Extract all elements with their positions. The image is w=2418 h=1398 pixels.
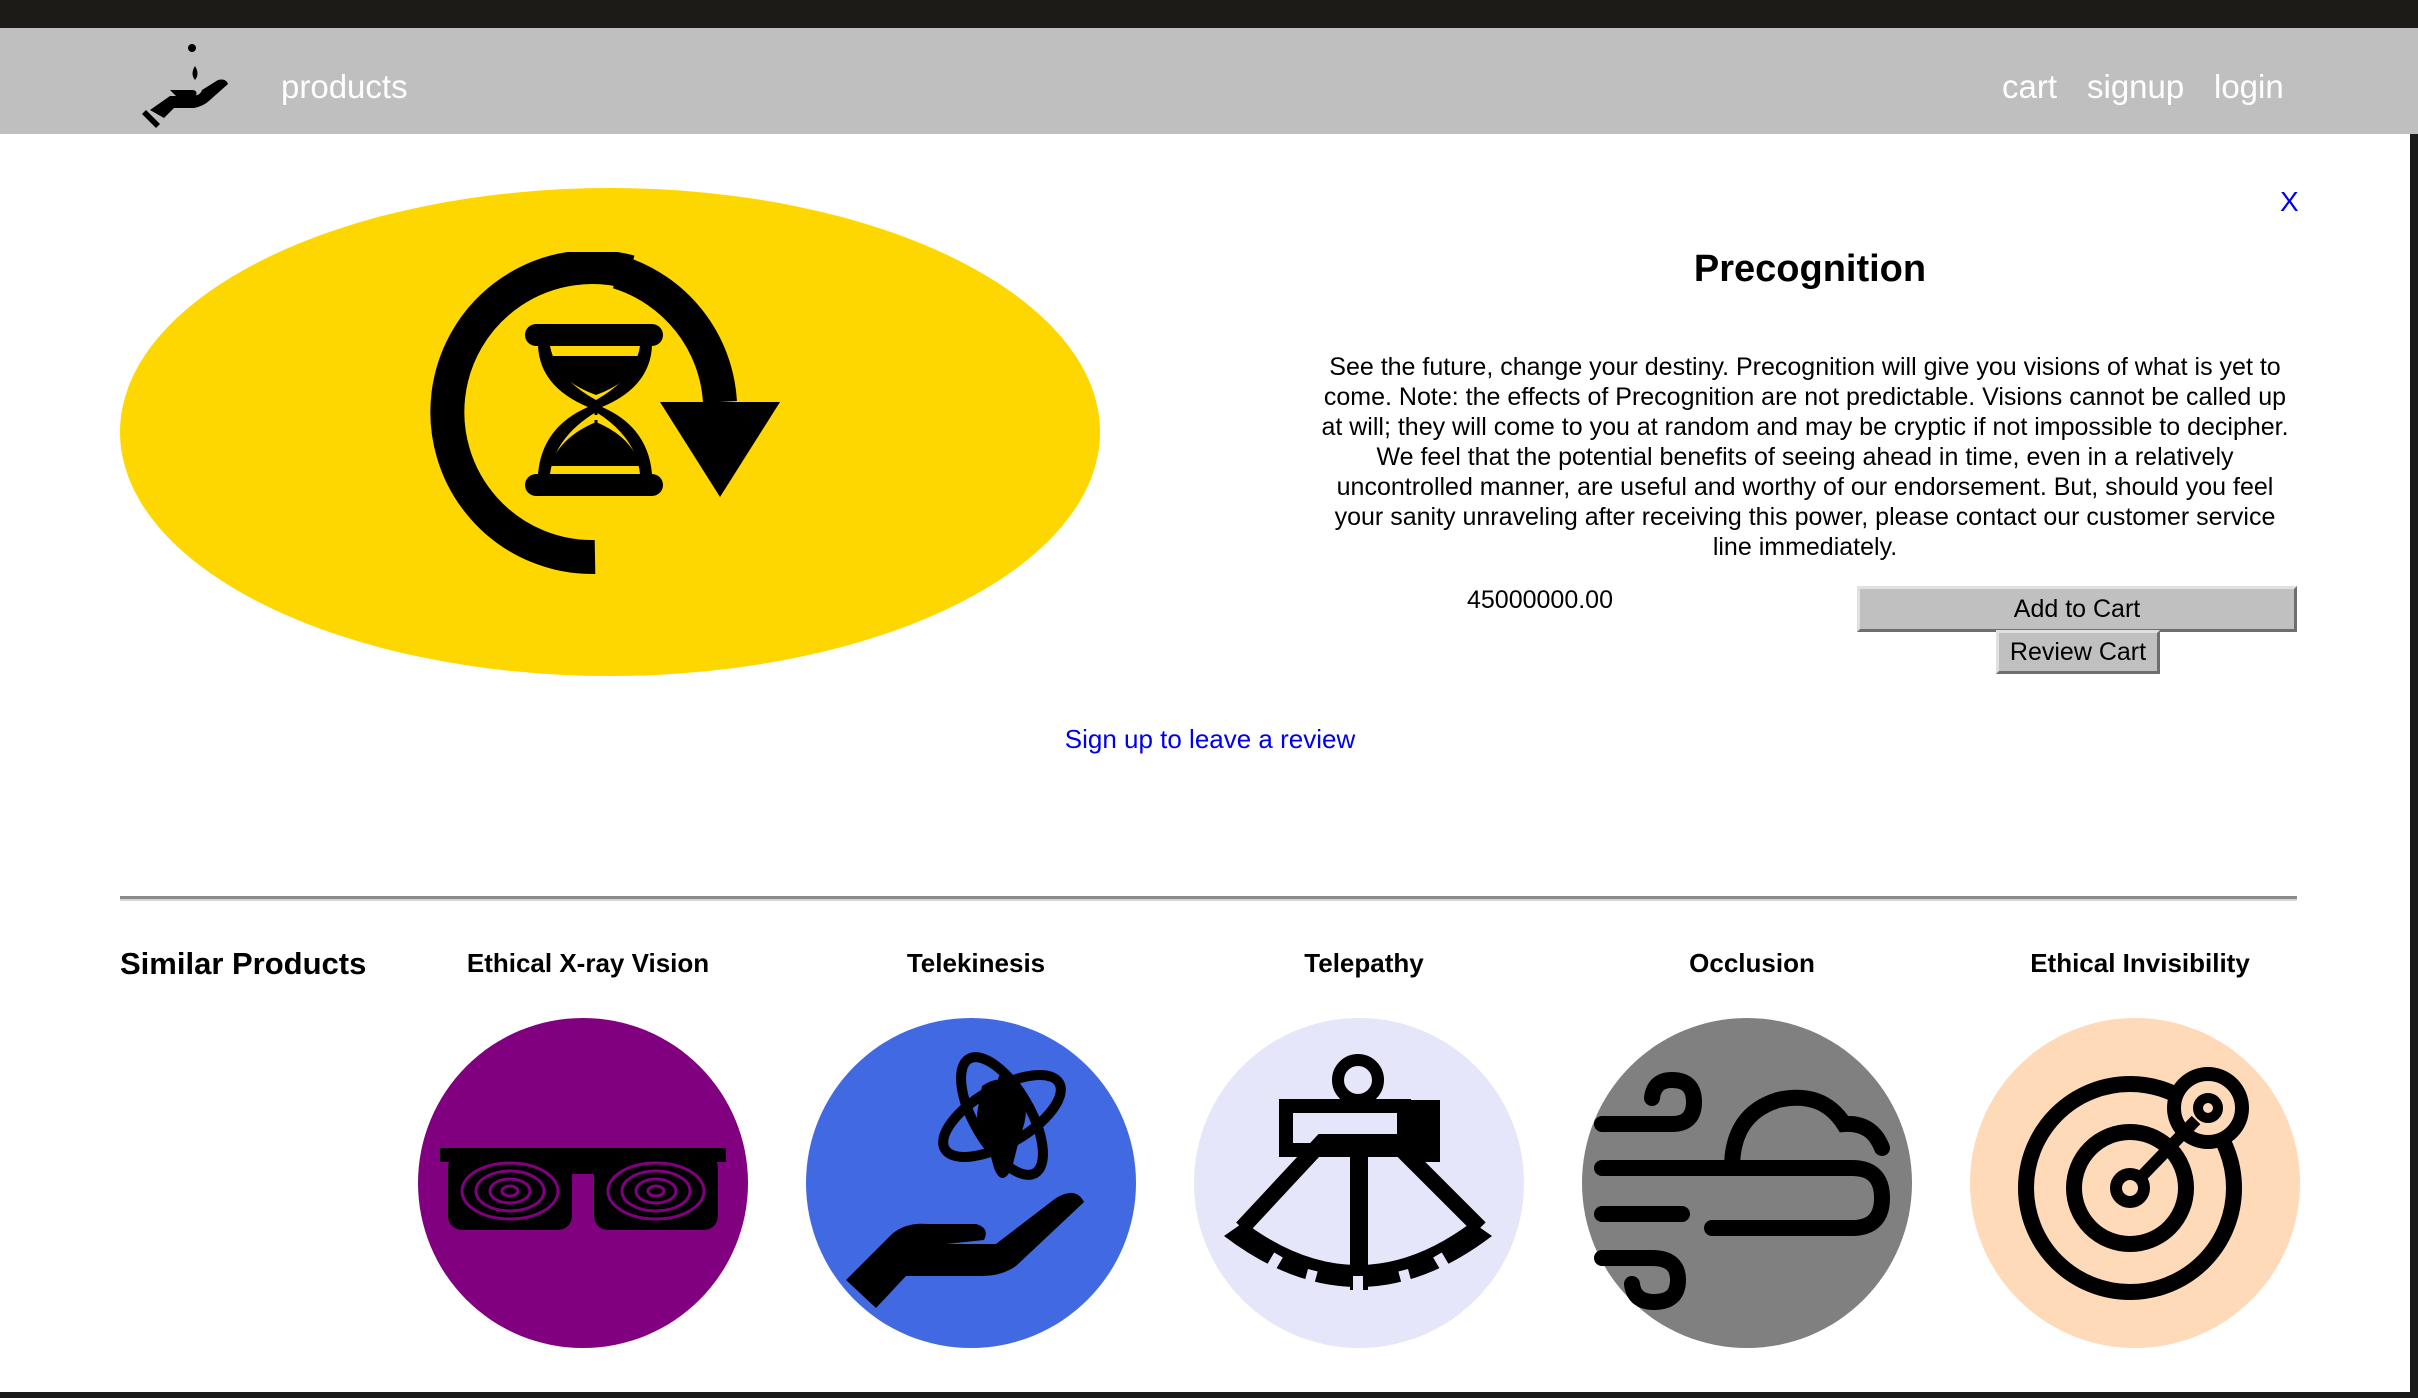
similar-products-heading: Similar Products	[120, 946, 367, 981]
signup-review-link[interactable]: Sign up to leave a review	[1000, 724, 1420, 755]
section-divider	[120, 896, 2297, 901]
window-right-edge	[2410, 134, 2418, 1398]
similar-product-image[interactable]	[418, 1018, 748, 1348]
similar-product-card[interactable]: Occlusion	[1582, 948, 1922, 1388]
window-bottom-edge	[0, 1392, 2418, 1398]
similar-product-card[interactable]: Ethical X-ray Vision	[418, 948, 758, 1388]
window-top-strip	[0, 0, 2418, 28]
similar-product-card[interactable]: Ethical Invisibility	[1970, 948, 2310, 1388]
sextant-icon	[1224, 1054, 1492, 1290]
similar-product-name: Telepathy	[1304, 948, 1424, 978]
product-description: See the future, change your destiny. Pre…	[1321, 353, 2289, 561]
similar-product-image[interactable]	[1194, 1018, 1524, 1348]
similar-product-name: Occlusion	[1689, 948, 1815, 978]
similar-product-name: Ethical Invisibility	[2030, 948, 2250, 978]
similar-product-image[interactable]	[806, 1018, 1136, 1348]
similar-product-card[interactable]: Telepathy	[1194, 948, 1534, 1388]
review-cart-button[interactable]: Review Cart	[1996, 630, 2160, 674]
similar-product-name: Telekinesis	[906, 948, 1046, 978]
nav-cart-link[interactable]: cart	[2002, 68, 2057, 106]
similar-product-name: Ethical X-ray Vision	[466, 948, 710, 978]
similar-product-image[interactable]	[1970, 1018, 2300, 1348]
product-title: Precognition	[1693, 248, 1927, 290]
radar-target-icon	[2018, 1067, 2249, 1300]
navbar: products cart signup login	[0, 28, 2418, 134]
product-price: 45000000.00	[1467, 586, 1613, 614]
hourglass-rewind-icon	[430, 252, 780, 575]
nav-products-link[interactable]: products	[281, 68, 408, 106]
similar-product-card[interactable]: Telekinesis	[806, 948, 1146, 1388]
product-detail-panel: X Precognition See the future, change yo…	[0, 134, 2410, 1392]
levitating-mind-icon	[846, 1052, 1084, 1308]
hand-receiving-drop-icon[interactable]	[140, 40, 240, 130]
add-to-cart-button[interactable]: Add to Cart	[1857, 586, 2297, 632]
wind-cloud-icon	[1594, 1071, 1891, 1311]
nav-signup-link[interactable]: signup	[2087, 68, 2184, 106]
close-button[interactable]: X	[2280, 186, 2299, 218]
similar-product-image[interactable]	[1582, 1018, 1912, 1348]
nav-login-link[interactable]: login	[2214, 68, 2284, 106]
xray-glasses-icon	[440, 1148, 726, 1230]
